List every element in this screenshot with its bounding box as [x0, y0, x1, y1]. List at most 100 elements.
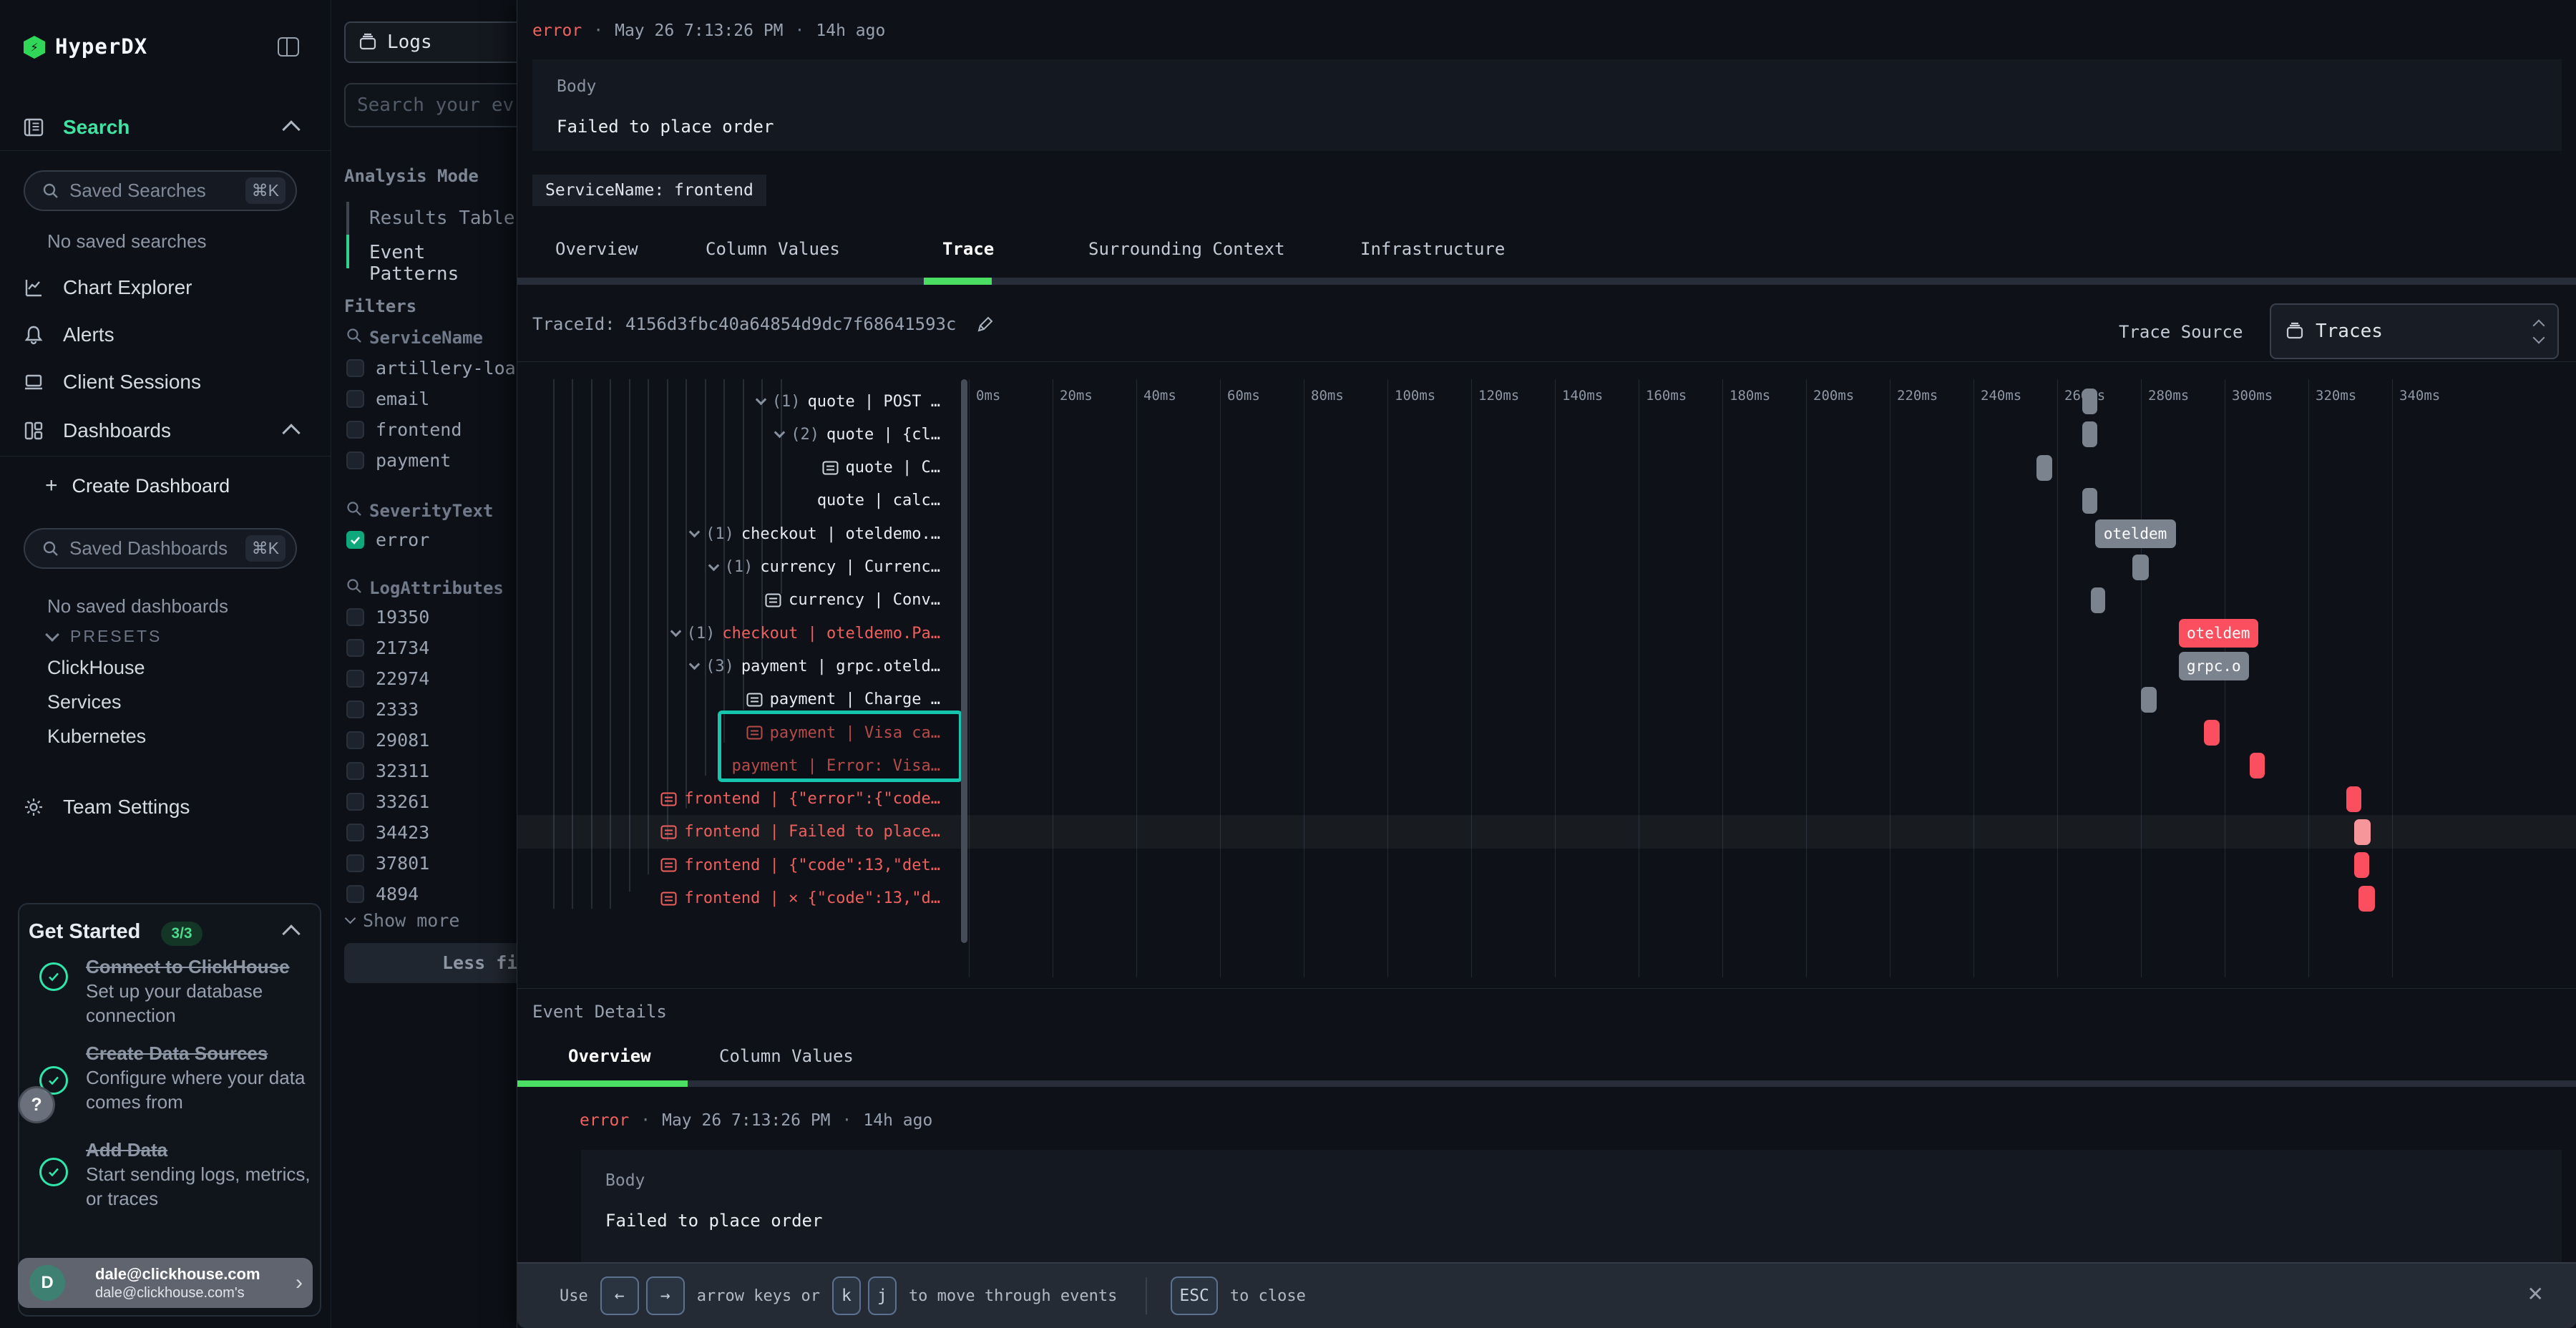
filter-item[interactable]: 29081 [346, 730, 429, 751]
arrow-left-key[interactable]: ← [600, 1276, 639, 1315]
trace-span-bar[interactable] [2204, 720, 2220, 746]
trace-span-bar[interactable] [2036, 455, 2052, 481]
filter-checkbox[interactable] [346, 359, 364, 377]
trace-span-row[interactable]: quote | calc… [517, 484, 940, 517]
trace-span-bar[interactable] [2346, 786, 2361, 812]
trace-span-row[interactable]: (1)checkout | oteldemo.… [517, 517, 940, 550]
help-button[interactable]: ? [18, 1086, 55, 1123]
filter-item[interactable]: 2333 [346, 699, 419, 720]
trace-span-bar[interactable] [2132, 555, 2148, 580]
mode-event-patterns[interactable]: Event Patterns [369, 242, 517, 285]
ed-tab-column-values[interactable]: Column Values [719, 1046, 854, 1066]
filter-item[interactable]: 33261 [346, 791, 429, 812]
nav-team-settings[interactable]: Team Settings [0, 787, 331, 827]
trace-span-bar[interactable]: grpc.o [2179, 652, 2249, 680]
k-key[interactable]: k [832, 1276, 861, 1315]
source-select[interactable]: Logs [344, 21, 546, 63]
event-search-input[interactable] [344, 83, 546, 127]
sidebar-collapse-icon[interactable] [278, 37, 299, 57]
show-more-button[interactable]: Show more [346, 910, 459, 931]
filter-item[interactable]: 19350 [346, 607, 429, 628]
filter-item[interactable]: artillery-loa [346, 358, 516, 379]
preset-clickhouse[interactable]: ClickHouse [47, 657, 145, 679]
arrow-right-key[interactable]: → [646, 1276, 685, 1315]
tab-infrastructure[interactable]: Infrastructure [1360, 239, 1505, 259]
filter-item[interactable]: email [346, 389, 429, 409]
chevron-down-icon[interactable] [689, 527, 701, 538]
preset-services[interactable]: Services [47, 691, 122, 713]
filter-item[interactable]: 22974 [346, 668, 429, 689]
saved-searches-input[interactable]: ⌘K [24, 170, 297, 211]
tab-overview[interactable]: Overview [555, 239, 638, 259]
nav-dashboards[interactable]: Dashboards [0, 411, 331, 451]
filter-item[interactable]: frontend [346, 419, 462, 440]
waterfall-scrollbar[interactable] [961, 379, 967, 943]
tab-trace[interactable]: Trace [942, 239, 994, 259]
trace-span-row[interactable]: (1)quote | POST … [517, 385, 940, 418]
esc-key[interactable]: ESC [1171, 1276, 1218, 1315]
trace-span-bar[interactable] [2250, 753, 2265, 778]
trace-span-row[interactable]: frontend | Failed to place… [517, 816, 940, 849]
filter-item[interactable]: 32311 [346, 761, 429, 781]
search-icon[interactable] [346, 501, 362, 517]
chevron-down-icon[interactable] [708, 560, 719, 571]
filter-item[interactable]: error [346, 529, 429, 550]
trace-span-row[interactable]: quote | C… [517, 451, 940, 484]
saved-dashboards-field[interactable] [69, 537, 245, 560]
search-icon[interactable] [346, 578, 362, 594]
filter-checkbox[interactable] [346, 421, 364, 439]
trace-span-bar[interactable] [2082, 421, 2097, 447]
nav-client-sessions[interactable]: Client Sessions [0, 362, 331, 402]
filter-item[interactable]: 37801 [346, 853, 429, 874]
filter-checkbox[interactable] [346, 531, 364, 549]
nav-chart-explorer[interactable]: Chart Explorer [0, 268, 331, 308]
filter-checkbox[interactable] [346, 762, 364, 780]
get-started-item[interactable]: Connect to ClickHouse Set up your databa… [86, 954, 311, 1027]
get-started-item[interactable]: Create Data Sources Configure where your… [86, 1041, 311, 1114]
trace-span-bar[interactable] [2354, 852, 2369, 878]
trace-span-bar[interactable]: oteldem [2095, 519, 2176, 548]
trace-span-row[interactable]: frontend | {"error":{"code… [517, 783, 940, 816]
trace-span-bar[interactable] [2091, 587, 2105, 613]
saved-dashboards-input[interactable]: ⌘K [24, 528, 297, 569]
trace-source-select[interactable]: Traces [2270, 303, 2559, 359]
chevron-down-icon[interactable] [670, 626, 681, 638]
saved-searches-field[interactable] [69, 180, 245, 202]
filter-item[interactable]: 34423 [346, 822, 429, 843]
trace-span-row[interactable]: frontend | {"code":13,"det… [517, 849, 940, 882]
filter-checkbox[interactable] [346, 824, 364, 841]
trace-span-bar[interactable] [2141, 687, 2157, 713]
trace-span-bar[interactable]: oteldem [2179, 619, 2258, 648]
trace-span-bar[interactable] [2358, 886, 2375, 912]
close-icon[interactable]: ✕ [2527, 1282, 2544, 1306]
chevron-up-icon[interactable] [282, 424, 300, 441]
presets-toggle[interactable]: PRESETS [47, 627, 162, 646]
ed-tab-overview[interactable]: Overview [568, 1046, 651, 1066]
trace-span-bar[interactable] [2082, 389, 2097, 414]
trace-span-row[interactable]: (1)currency | Currenc… [517, 551, 940, 584]
filter-checkbox[interactable] [346, 451, 364, 469]
nav-search[interactable]: Search [0, 107, 331, 147]
trace-span-row[interactable]: (2)quote | {cl… [517, 418, 940, 451]
nav-alerts[interactable]: Alerts [0, 315, 331, 355]
filter-checkbox[interactable] [346, 639, 364, 657]
filter-item[interactable]: 21734 [346, 638, 429, 658]
filter-item[interactable]: 4894 [346, 884, 419, 904]
tab-surrounding-context[interactable]: Surrounding Context [1088, 239, 1285, 259]
trace-span-row[interactable]: frontend | ✕ {"code":13,"d… [517, 882, 940, 915]
get-started-item[interactable]: Add Data Start sending logs, metrics, or… [86, 1138, 311, 1211]
preset-kubernetes[interactable]: Kubernetes [47, 726, 146, 748]
filter-checkbox[interactable] [346, 731, 364, 749]
trace-span-bar[interactable] [2354, 819, 2370, 845]
tab-column-values[interactable]: Column Values [706, 239, 840, 259]
filter-checkbox[interactable] [346, 670, 364, 688]
edit-pencil-icon[interactable] [975, 313, 996, 335]
trace-span-row[interactable]: (3)payment | grpc.oteld… [517, 650, 940, 683]
filter-checkbox[interactable] [346, 390, 364, 408]
j-key[interactable]: j [868, 1276, 897, 1315]
servicename-chip[interactable]: ServiceName: frontend [532, 175, 766, 206]
filter-checkbox[interactable] [346, 854, 364, 872]
search-icon[interactable] [346, 328, 362, 343]
chevron-down-icon[interactable] [756, 394, 767, 406]
user-menu[interactable]: D dale@clickhouse.com dale@clickhouse.co… [18, 1258, 313, 1308]
